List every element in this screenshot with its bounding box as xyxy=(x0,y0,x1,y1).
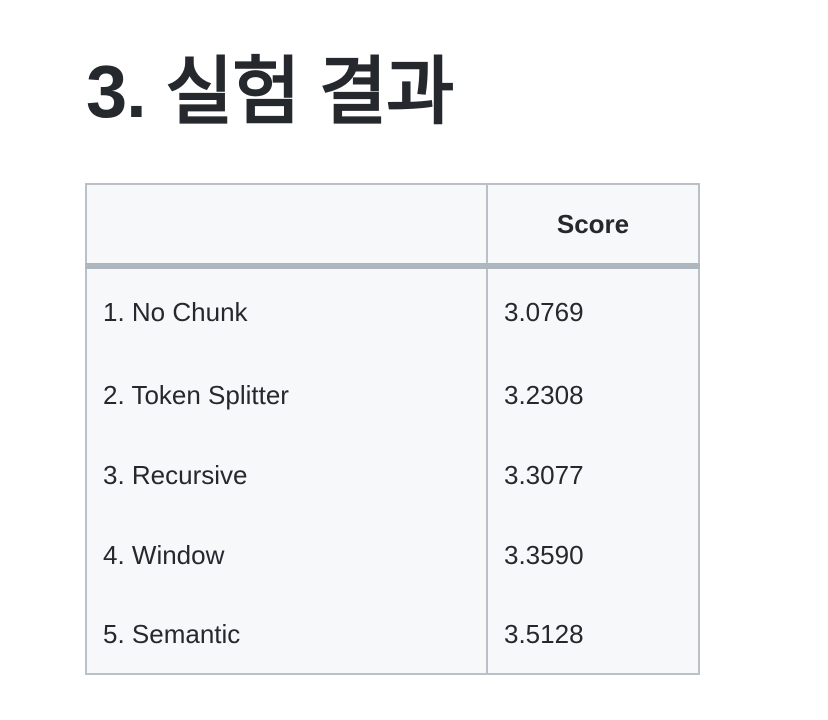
table-header: Score xyxy=(85,183,700,269)
row-label: 2. Token Splitter xyxy=(85,355,488,435)
row-score: 3.3590 xyxy=(486,515,700,595)
header-cell-label xyxy=(85,183,488,269)
row-score: 3.3077 xyxy=(486,435,700,515)
row-score: 3.0769 xyxy=(486,266,700,355)
page-title: 3. 실험 결과 xyxy=(86,50,454,133)
table-row: 1. No Chunk 3.0769 xyxy=(85,266,700,355)
table-header-row: Score xyxy=(85,183,700,269)
row-label: 1. No Chunk xyxy=(85,266,488,355)
row-score: 3.5128 xyxy=(486,595,700,675)
row-score: 3.2308 xyxy=(486,355,700,435)
table-row: 4. Window 3.3590 xyxy=(85,515,700,595)
results-table: Score 1. No Chunk 3.0769 2. Token Splitt… xyxy=(85,183,700,675)
table-row: 2. Token Splitter 3.2308 xyxy=(85,355,700,435)
table-row: 3. Recursive 3.3077 xyxy=(85,435,700,515)
row-label: 3. Recursive xyxy=(85,435,488,515)
header-cell-score: Score xyxy=(486,183,700,269)
table-body: 1. No Chunk 3.0769 2. Token Splitter 3.2… xyxy=(85,266,700,675)
row-label: 4. Window xyxy=(85,515,488,595)
table-row: 5. Semantic 3.5128 xyxy=(85,595,700,675)
row-label: 5. Semantic xyxy=(85,595,488,675)
